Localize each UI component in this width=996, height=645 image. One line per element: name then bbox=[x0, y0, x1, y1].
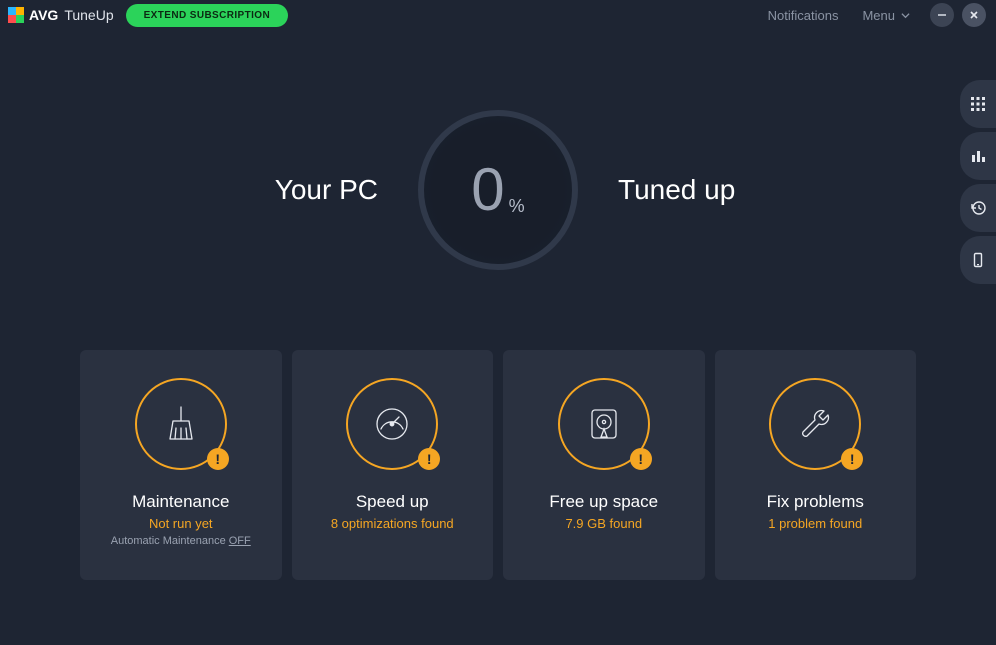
hero-section: Your PC 0 % Tuned up bbox=[0, 110, 996, 270]
side-tab-stats[interactable] bbox=[960, 132, 996, 180]
brand-name: AVG bbox=[29, 7, 58, 23]
product-name: TuneUp bbox=[64, 7, 113, 23]
card-icon-circle: ! bbox=[346, 378, 438, 470]
card-icon-circle: ! bbox=[558, 378, 650, 470]
card-maintenance[interactable]: ! Maintenance Not run yet Automatic Main… bbox=[80, 350, 282, 580]
menu-button[interactable]: Menu bbox=[862, 8, 910, 23]
close-icon bbox=[968, 9, 980, 21]
minimize-icon bbox=[936, 9, 948, 21]
chevron-down-icon bbox=[901, 11, 910, 20]
side-tabs bbox=[960, 80, 996, 284]
card-fix-problems[interactable]: ! Fix problems 1 problem found bbox=[715, 350, 917, 580]
gauge-value: 0 bbox=[471, 160, 504, 220]
card-title: Speed up bbox=[356, 492, 429, 512]
auto-maint-label: Automatic Maintenance bbox=[111, 535, 229, 547]
card-extra: Automatic Maintenance OFF bbox=[111, 535, 251, 547]
card-icon-circle: ! bbox=[769, 378, 861, 470]
bars-icon bbox=[970, 148, 986, 164]
card-free-up-space[interactable]: ! Free up space 7.9 GB found bbox=[503, 350, 705, 580]
avg-logo-icon bbox=[8, 7, 24, 23]
wrench-icon bbox=[792, 401, 838, 447]
card-speed-up[interactable]: ! Speed up 8 optimizations found bbox=[292, 350, 494, 580]
tuneup-gauge: 0 % bbox=[418, 110, 578, 270]
card-subtitle: 7.9 GB found bbox=[565, 516, 642, 531]
card-subtitle: 1 problem found bbox=[768, 516, 862, 531]
app-logo: AVG TuneUp bbox=[8, 7, 114, 23]
history-icon bbox=[970, 200, 986, 216]
menu-label: Menu bbox=[862, 8, 895, 23]
side-tab-history[interactable] bbox=[960, 184, 996, 232]
alert-badge-icon: ! bbox=[630, 448, 652, 470]
card-subtitle: 8 optimizations found bbox=[331, 516, 454, 531]
extend-subscription-button[interactable]: EXTEND SUBSCRIPTION bbox=[126, 4, 289, 27]
titlebar: AVG TuneUp EXTEND SUBSCRIPTION Notificat… bbox=[0, 0, 996, 30]
side-tab-apps[interactable] bbox=[960, 80, 996, 128]
card-icon-circle: ! bbox=[135, 378, 227, 470]
hero-right-label: Tuned up bbox=[618, 174, 788, 206]
phone-icon bbox=[970, 252, 986, 268]
alert-badge-icon: ! bbox=[418, 448, 440, 470]
card-title: Free up space bbox=[549, 492, 658, 512]
notifications-label: Notifications bbox=[768, 8, 839, 23]
notifications-link[interactable]: Notifications bbox=[768, 8, 839, 23]
broom-icon bbox=[158, 401, 204, 447]
grid-icon bbox=[970, 96, 986, 112]
side-tab-mobile[interactable] bbox=[960, 236, 996, 284]
action-cards: ! Maintenance Not run yet Automatic Main… bbox=[0, 350, 996, 580]
close-button[interactable] bbox=[962, 3, 986, 27]
gauge-unit: % bbox=[509, 196, 525, 217]
card-subtitle: Not run yet bbox=[149, 516, 213, 531]
gauge-icon bbox=[369, 401, 415, 447]
hero-left-label: Your PC bbox=[208, 174, 378, 206]
alert-badge-icon: ! bbox=[841, 448, 863, 470]
card-title: Fix problems bbox=[767, 492, 864, 512]
alert-badge-icon: ! bbox=[207, 448, 229, 470]
minimize-button[interactable] bbox=[930, 3, 954, 27]
auto-maint-state[interactable]: OFF bbox=[229, 535, 251, 547]
disk-icon bbox=[581, 401, 627, 447]
card-title: Maintenance bbox=[132, 492, 229, 512]
